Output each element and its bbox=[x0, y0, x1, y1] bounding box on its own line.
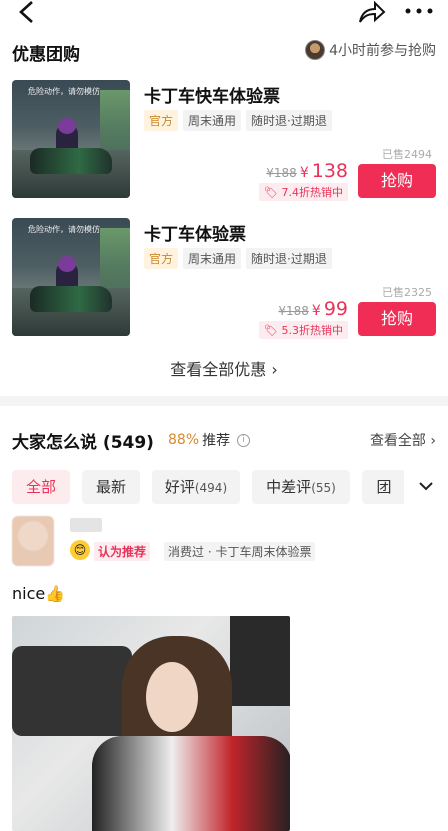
review-filters: 全部 最新 好评(494) 中差评(55) 团 bbox=[12, 470, 448, 504]
filter-group[interactable]: 团 bbox=[362, 470, 406, 504]
grab-button[interactable]: 抢购 bbox=[358, 302, 436, 336]
original-price: ¥188 bbox=[266, 166, 297, 180]
participant-info: 4小时前参与抢购 bbox=[305, 40, 436, 60]
deal-image[interactable]: 危险动作，请勿模仿 bbox=[12, 218, 130, 336]
filter-count: (494) bbox=[194, 481, 228, 495]
filter-label: 中差评 bbox=[266, 478, 312, 496]
tag-refund: 随时退·过期退 bbox=[246, 248, 332, 269]
tag-official: 官方 bbox=[144, 248, 179, 269]
deal-card[interactable]: 危险动作，请勿模仿 卡丁车体验票 官方 周末通用 随时退·过期退 已售2325 … bbox=[12, 218, 436, 339]
participant-avatar bbox=[305, 40, 326, 60]
consumed-tag: 消费过 · 卡丁车周末体验票 bbox=[164, 542, 316, 561]
reviews-title: 大家怎么说 (549) bbox=[12, 433, 154, 453]
currency-symbol: ¥ bbox=[299, 165, 309, 181]
deal-card[interactable]: 危险动作，请勿模仿 卡丁车快车体验票 官方 周末通用 随时退·过期退 已售249… bbox=[12, 80, 436, 201]
deal-tags: 官方 周末通用 随时退·过期退 bbox=[144, 110, 332, 131]
filter-label: 好评 bbox=[164, 478, 195, 496]
view-all-deals-link[interactable]: 查看全部优惠 › bbox=[0, 356, 448, 380]
image-warning: 危险动作，请勿模仿 bbox=[28, 225, 100, 234]
tag-weekend: 周末通用 bbox=[183, 248, 242, 269]
filter-label: 最新 bbox=[95, 478, 126, 496]
reviews-view-all-link[interactable]: 查看全部 › bbox=[370, 430, 436, 450]
discount-badge: 🏷 7.4折热销中 bbox=[259, 183, 348, 201]
fire-tag-icon: 🏷 bbox=[264, 324, 278, 337]
sold-count: 已售2325 bbox=[382, 286, 432, 299]
grab-button[interactable]: 抢购 bbox=[358, 164, 436, 198]
share-icon[interactable] bbox=[356, 0, 386, 26]
smile-emoji-icon: 😊 bbox=[70, 540, 90, 560]
deal-title[interactable]: 卡丁车快车体验票 bbox=[144, 82, 280, 107]
discount-badge: 🏷 5.3折热销中 bbox=[259, 321, 348, 339]
reviews-header: 大家怎么说 (549) 88% 推荐 i 查看全部 › bbox=[12, 428, 436, 453]
price-row: ¥188 ¥138 bbox=[266, 160, 348, 182]
reviewer-name-blurred[interactable] bbox=[70, 518, 102, 532]
sold-count: 已售2494 bbox=[382, 148, 432, 161]
tag-official: 官方 bbox=[144, 110, 179, 131]
participant-text: 4小时前参与抢购 bbox=[329, 43, 436, 59]
reviewer-avatar[interactable] bbox=[12, 516, 54, 566]
more-icon[interactable] bbox=[404, 4, 434, 18]
back-icon[interactable] bbox=[12, 0, 40, 28]
discount-text: 5.3折热销中 bbox=[281, 324, 344, 337]
recommend-badge: 认为推荐 bbox=[94, 542, 151, 561]
price-row: ¥188 ¥99 bbox=[278, 298, 348, 320]
deals-section-header: 优惠团购 4小时前参与抢购 bbox=[12, 40, 436, 65]
top-bar bbox=[0, 0, 448, 28]
tag-refund: 随时退·过期退 bbox=[246, 110, 332, 131]
info-icon[interactable]: i bbox=[237, 433, 251, 447]
recommend-label: 推荐 bbox=[202, 433, 231, 449]
filter-positive[interactable]: 好评(494) bbox=[152, 470, 240, 504]
discount-text: 7.4折热销中 bbox=[281, 186, 344, 199]
filter-label: 团 bbox=[376, 478, 392, 496]
filter-label: 全部 bbox=[25, 478, 56, 496]
deals-section-title: 优惠团购 bbox=[12, 45, 80, 65]
image-warning: 危险动作，请勿模仿 bbox=[28, 87, 100, 96]
fire-tag-icon: 🏷 bbox=[264, 186, 278, 199]
recommend-rate: 88% 推荐 i bbox=[168, 430, 251, 450]
deal-tags: 官方 周末通用 随时退·过期退 bbox=[144, 248, 332, 269]
review-photo[interactable] bbox=[12, 616, 290, 831]
current-price: 99 bbox=[323, 298, 348, 320]
deal-title[interactable]: 卡丁车体验票 bbox=[144, 220, 246, 245]
recommend-percent: 88% bbox=[168, 432, 200, 448]
original-price: ¥188 bbox=[278, 304, 309, 318]
chevron-down-icon bbox=[419, 482, 433, 491]
filter-latest[interactable]: 最新 bbox=[82, 470, 140, 504]
filter-expand-button[interactable] bbox=[404, 470, 448, 504]
deal-image[interactable]: 危险动作，请勿模仿 bbox=[12, 80, 130, 198]
current-price: 138 bbox=[311, 160, 348, 182]
section-divider bbox=[0, 396, 448, 406]
currency-symbol: ¥ bbox=[311, 303, 321, 319]
filter-negative[interactable]: 中差评(55) bbox=[252, 470, 350, 504]
tag-weekend: 周末通用 bbox=[183, 110, 242, 131]
filter-count: (55) bbox=[311, 481, 336, 495]
review-text: nice👍 bbox=[12, 584, 66, 603]
filter-all[interactable]: 全部 bbox=[12, 470, 70, 504]
